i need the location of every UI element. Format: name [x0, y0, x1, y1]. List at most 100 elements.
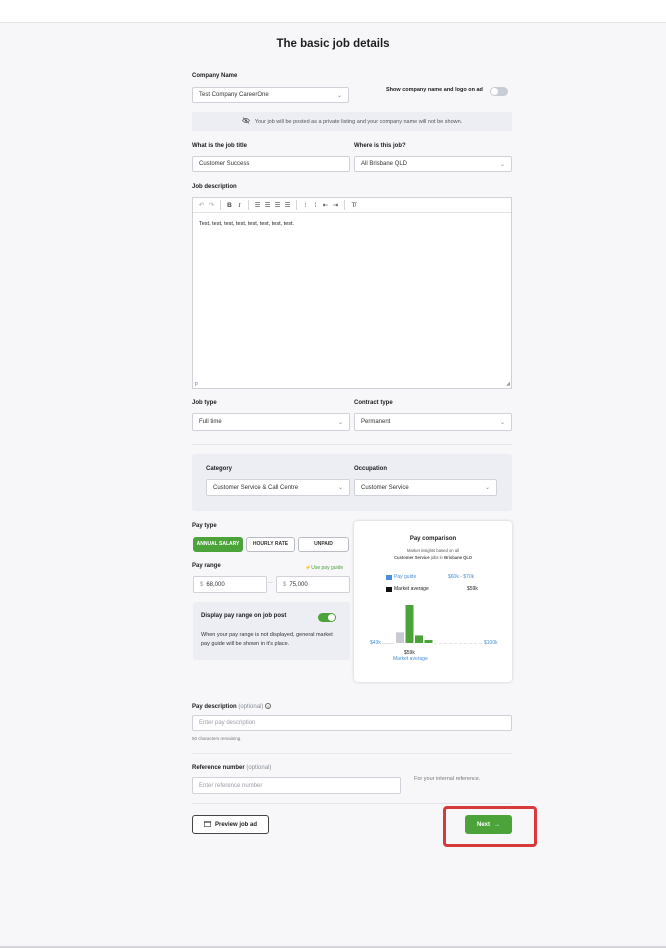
- pay-guide-swatch: [386, 575, 392, 580]
- top-bar: [0, 0, 666, 23]
- pay-comparison-title: Pay comparison: [409, 536, 457, 542]
- pay-guide-legend-label: Pay guide: [394, 574, 417, 580]
- editor-toolbar: ↶ ↷ B I ☰ ☰ ☰ ☰ ⁝ ⁞ ⇤ ⇥ T̸: [193, 198, 511, 213]
- axis-min-label: $43k: [370, 640, 381, 646]
- distribution-bar: [424, 639, 433, 643]
- job-title-label: What is the job title: [192, 143, 247, 149]
- numbered-list-icon[interactable]: ⁞: [311, 202, 320, 209]
- chevron-down-icon: ⌄: [499, 162, 505, 168]
- bullet-list-icon[interactable]: ⁝: [301, 201, 310, 209]
- category-select[interactable]: Customer Service & Call Centre ⌄: [206, 479, 350, 496]
- bold-icon[interactable]: B: [225, 202, 234, 209]
- chevron-down-icon: ⌄: [499, 420, 505, 426]
- eye-off-icon: [241, 117, 250, 126]
- job-description-editor[interactable]: ↶ ↷ B I ☰ ☰ ☰ ☰ ⁝ ⁞ ⇤ ⇥ T̸ Test, test, t…: [192, 197, 512, 389]
- market-average-swatch: [386, 587, 392, 592]
- category-label: Category: [206, 466, 233, 472]
- company-name-select[interactable]: Test Company CareerOne ⌄: [192, 87, 349, 103]
- pay-max-value: 75,000: [289, 581, 308, 588]
- preview-job-ad-button[interactable]: Preview job ad: [192, 815, 269, 834]
- job-title-input[interactable]: Customer Success: [192, 156, 350, 172]
- occupation-label: Occupation: [354, 466, 388, 472]
- indent-icon[interactable]: ⇥: [331, 201, 340, 209]
- show-company-toggle-label: Show company name and logo on ad: [386, 87, 483, 93]
- align-right-icon[interactable]: ☰: [273, 201, 282, 209]
- contract-type-value: Permanent: [361, 419, 391, 425]
- section-divider: [192, 803, 512, 804]
- chevron-down-icon: ⌄: [336, 93, 342, 99]
- pay-min-value: 68,000: [206, 581, 225, 588]
- company-name-label: Company Name: [192, 73, 238, 79]
- pay-description-counter: 50 characters remaining.: [192, 736, 242, 741]
- pay-type-label: Pay type: [192, 523, 217, 529]
- distribution-bar: [405, 605, 414, 643]
- private-listing-text: Your job will be posted as a private lis…: [254, 118, 463, 125]
- align-center-icon[interactable]: ☰: [263, 201, 272, 209]
- pay-range-label: Pay range: [192, 563, 221, 569]
- resize-handle-icon[interactable]: ◢: [506, 381, 510, 387]
- currency-symbol: $: [283, 581, 287, 588]
- reference-number-input[interactable]: Enter reference number: [192, 777, 401, 794]
- show-company-toggle[interactable]: [490, 87, 508, 96]
- pay-max-input[interactable]: $ 75,000: [276, 576, 350, 593]
- page-title: The basic job details: [276, 38, 390, 50]
- display-range-toggle[interactable]: [318, 613, 336, 622]
- use-pay-guide-link[interactable]: ⚡Use pay guide: [305, 565, 343, 571]
- pay-comparison-subtitle-2: Customer Service jobs in Brisbane QLD: [393, 555, 472, 560]
- job-description-label: Job description: [192, 184, 237, 190]
- info-icon[interactable]: i: [265, 703, 272, 709]
- distribution-bar: [415, 635, 423, 643]
- job-type-select[interactable]: Full time ⌄: [192, 413, 350, 431]
- pay-guide-legend-value: $60k - $70k: [448, 574, 475, 580]
- undo-icon[interactable]: ↶: [197, 201, 206, 209]
- axis-max-label: $100k: [484, 640, 498, 646]
- section-divider: [192, 753, 512, 754]
- private-listing-notice: Your job will be posted as a private lis…: [192, 112, 512, 131]
- redo-icon[interactable]: ↷: [207, 201, 216, 209]
- pay-min-input[interactable]: $ 68,000: [193, 576, 267, 593]
- outdent-icon[interactable]: ⇤: [321, 201, 330, 209]
- section-divider: [192, 444, 512, 445]
- next-button[interactable]: Next →: [465, 815, 512, 834]
- occupation-value: Customer Service: [361, 484, 409, 491]
- job-type-label: Job type: [192, 400, 217, 406]
- currency-symbol: $: [200, 581, 204, 588]
- display-range-label: Display pay range on job post: [201, 613, 287, 619]
- chevron-down-icon: ⌄: [484, 485, 490, 491]
- marker-label: Market average: [393, 656, 428, 662]
- range-separator: —: [268, 580, 273, 586]
- distribution-bar: [396, 632, 404, 643]
- align-left-icon[interactable]: ☰: [253, 201, 262, 209]
- market-average-legend-label: Market average: [394, 586, 429, 592]
- company-name-value: Test Company CareerOne: [199, 92, 269, 98]
- job-title-value: Customer Success: [199, 161, 250, 167]
- category-value: Customer Service & Call Centre: [213, 484, 299, 491]
- pay-description-label: Pay description (optional) i: [192, 703, 272, 710]
- pay-type-annual-button[interactable]: ANNUAL SALARY: [193, 537, 243, 552]
- job-type-value: Full time: [199, 419, 222, 425]
- pay-type-hourly-button[interactable]: HOURLY RATE: [246, 537, 295, 552]
- preview-icon: [204, 820, 211, 829]
- pay-description-input[interactable]: Enter pay description: [192, 715, 512, 731]
- location-select[interactable]: All Brisbane QLD ⌄: [354, 156, 512, 172]
- pay-comparison-subtitle-1: Market insights based on all: [407, 548, 459, 553]
- contract-type-select[interactable]: Permanent ⌄: [354, 413, 512, 431]
- clear-format-icon[interactable]: T̸: [349, 202, 358, 209]
- location-value: All Brisbane QLD: [361, 161, 408, 167]
- editor-content[interactable]: Test, test, test, test, test, test, test…: [193, 213, 511, 235]
- pay-type-unpaid-button[interactable]: UNPAID: [298, 537, 349, 552]
- reference-number-label: Reference number (optional): [192, 765, 272, 771]
- italic-icon[interactable]: I: [235, 202, 244, 209]
- market-average-legend-value: $59k: [467, 586, 478, 592]
- location-label: Where is this job?: [354, 143, 406, 149]
- editor-path: p: [195, 381, 198, 387]
- display-range-note: When your pay range is not displayed, ge…: [201, 632, 333, 647]
- chevron-down-icon: ⌄: [337, 420, 343, 426]
- occupation-select[interactable]: Customer Service ⌄: [354, 479, 497, 496]
- contract-type-label: Contract type: [354, 400, 393, 406]
- arrow-right-icon: →: [494, 821, 500, 828]
- pay-comparison-card: Pay comparison Market insights based on …: [354, 521, 512, 682]
- reference-hint: For your internal reference.: [414, 776, 481, 782]
- chevron-down-icon: ⌄: [337, 485, 343, 491]
- align-justify-icon[interactable]: ☰: [283, 201, 292, 209]
